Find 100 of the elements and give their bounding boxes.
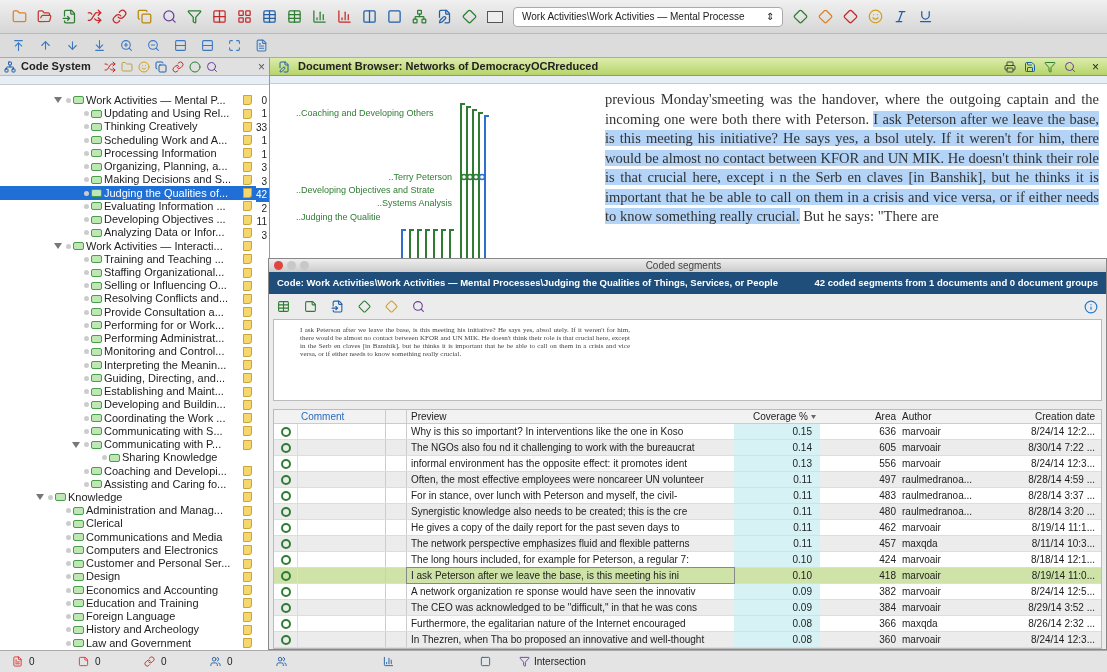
table-icon[interactable]: [287, 9, 302, 24]
memo-icon[interactable]: [242, 108, 252, 119]
memo-icon[interactable]: [242, 307, 252, 318]
tree-item[interactable]: Thinking Creatively: [0, 120, 256, 134]
tree-item[interactable]: Organizing, Planning, a...: [0, 160, 256, 174]
memo-icon[interactable]: [242, 161, 252, 172]
underline-icon[interactable]: [918, 9, 933, 24]
down-arrow-icon[interactable]: [66, 39, 79, 52]
tree-item[interactable]: Law and Government: [0, 636, 256, 650]
rows-icon[interactable]: [201, 39, 214, 52]
intersection-label[interactable]: Intersection: [534, 654, 586, 669]
segment-row[interactable]: The CEO was acknowledged to be "difficult," in that he was cons 0.09 384 marvoair 8/29/14 3:52 ...: [274, 600, 1101, 616]
tree-item[interactable]: Training and Teaching ...: [0, 252, 256, 266]
memo-icon[interactable]: [242, 227, 252, 238]
memo-icon[interactable]: [242, 545, 252, 556]
tree-item[interactable]: Computers and Electronics: [0, 543, 256, 558]
memo-icon[interactable]: [242, 624, 252, 635]
segment-row[interactable]: He gives a copy of the daily report for the past seven days to 0.11 462 marvoair 8/19/14 11:1...: [274, 520, 1101, 536]
tree-item[interactable]: Sharing Knowledge: [0, 451, 256, 465]
up-arrow-icon[interactable]: [39, 39, 52, 52]
memo-icon[interactable]: [242, 346, 252, 357]
tree-item[interactable]: Assisting and Caring fo...: [0, 477, 256, 491]
smiley-icon[interactable]: [868, 9, 883, 24]
memo-icon[interactable]: [242, 293, 252, 304]
edit-document-icon[interactable]: [437, 9, 452, 24]
tree-item[interactable]: Communicating with S...: [0, 424, 256, 438]
column-header[interactable]: Comment: [297, 410, 385, 424]
memo-icon[interactable]: [242, 373, 252, 384]
memo-icon[interactable]: [242, 360, 252, 371]
shuffle-icon[interactable]: [87, 9, 102, 24]
smiley-icon[interactable]: [137, 60, 150, 73]
diamond-icon[interactable]: [385, 300, 398, 313]
memo-icon[interactable]: [242, 479, 252, 490]
filter-icon[interactable]: [187, 9, 202, 24]
memo-icon[interactable]: [242, 532, 252, 543]
column-header[interactable]: Author: [898, 410, 983, 424]
tiles-icon[interactable]: [237, 9, 252, 24]
memo-icon[interactable]: [242, 571, 252, 582]
tree-item[interactable]: Updating and Using Rel...: [0, 107, 256, 121]
segment-row[interactable]: A network organization re sponse would have seen the innovativ 0.09 382 marvoair 8/24/14 12:5...: [274, 584, 1101, 600]
segment-row[interactable]: The network perspective emphasizes fluid and flexible patterns 0.11 457 maxqda 8/11/14 10:3...: [274, 536, 1101, 552]
folder-icon[interactable]: [12, 9, 27, 24]
table-icon[interactable]: [262, 9, 277, 24]
memo-icon[interactable]: [242, 399, 252, 410]
save-icon[interactable]: [1024, 60, 1036, 73]
close-button[interactable]: ×: [1092, 57, 1099, 76]
tree-item[interactable]: Work Activities — Interacti...: [0, 239, 256, 253]
top-arrow-icon[interactable]: [12, 39, 25, 52]
expand-icon[interactable]: [228, 39, 241, 52]
tree-item[interactable]: Interpreting the Meanin...: [0, 358, 256, 372]
tree-item[interactable]: Communicating with P...: [0, 437, 256, 452]
tree-item[interactable]: Customer and Personal Ser...: [0, 557, 256, 571]
memo-icon[interactable]: [242, 426, 252, 437]
tree-item[interactable]: Knowledge: [0, 490, 256, 505]
memo-icon[interactable]: [242, 214, 252, 225]
memo-icon[interactable]: [242, 333, 252, 344]
copy-icon[interactable]: [137, 9, 152, 24]
tree-item[interactable]: Monitoring and Control...: [0, 345, 256, 359]
tree-item[interactable]: Foreign Language: [0, 610, 256, 624]
memo-icon[interactable]: [242, 148, 252, 159]
import-icon[interactable]: [331, 300, 344, 313]
close-button[interactable]: ×: [258, 57, 265, 76]
diamond-icon[interactable]: [462, 9, 477, 24]
diamond-icon[interactable]: [818, 9, 833, 24]
tree-item[interactable]: Guiding, Directing, and...: [0, 371, 256, 385]
tree-item[interactable]: Economics and Accounting: [0, 583, 256, 597]
segment-row[interactable]: In Thezren, when Tha bo proposed an innovative and well-thought 0.08 360 marvoair 8/24/14 12:3...: [274, 632, 1101, 648]
hierarchy-icon[interactable]: [412, 9, 427, 24]
link-icon[interactable]: [112, 9, 127, 24]
search-icon[interactable]: [205, 60, 218, 73]
bar-chart-icon[interactable]: [337, 9, 352, 24]
memo-icon[interactable]: [242, 174, 252, 185]
segment-row[interactable]: For in stance, over lunch with Peterson and myself, the civil- 0.11 483 raulmedranoa... 8/28/14 3:37 ...: [274, 488, 1101, 504]
column-header[interactable]: Coverage %: [752, 410, 808, 424]
memo-icon[interactable]: [242, 492, 252, 503]
tree-item[interactable]: Establishing and Maint...: [0, 385, 256, 399]
column-header[interactable]: Area: [820, 410, 898, 424]
rows-icon[interactable]: [174, 39, 187, 52]
memo-icon[interactable]: [242, 413, 252, 424]
memo-icon[interactable]: [242, 518, 252, 529]
memo-icon[interactable]: [242, 201, 252, 212]
memo-icon[interactable]: [242, 466, 252, 476]
memo-icon[interactable]: [242, 135, 252, 146]
search-icon[interactable]: [1064, 60, 1076, 73]
bar-chart-icon[interactable]: [312, 9, 327, 24]
tree-item[interactable]: Design: [0, 570, 256, 584]
import-icon[interactable]: [62, 9, 77, 24]
memo-icon[interactable]: [242, 505, 252, 516]
folder-icon[interactable]: [120, 60, 133, 73]
tree-item[interactable]: Clerical: [0, 517, 256, 531]
code-selector[interactable]: Work Activities\Work Activities — Mental Processe ⇕: [513, 6, 783, 27]
segment-row[interactable]: informal environment has the opposite effect: it promotes ident 0.13 556 marvoair 8/24/14 12:3...: [274, 456, 1101, 472]
zoom-out-icon[interactable]: [147, 39, 160, 52]
memo-icon[interactable]: [242, 439, 252, 450]
search-icon[interactable]: [162, 9, 177, 24]
search-icon[interactable]: [412, 300, 425, 313]
tree-item[interactable]: Analyzing Data or Infor...: [0, 226, 256, 240]
memo-icon[interactable]: [242, 188, 252, 199]
diamond-icon[interactable]: [843, 9, 858, 24]
tree-item[interactable]: Provide Consultation a...: [0, 305, 256, 319]
